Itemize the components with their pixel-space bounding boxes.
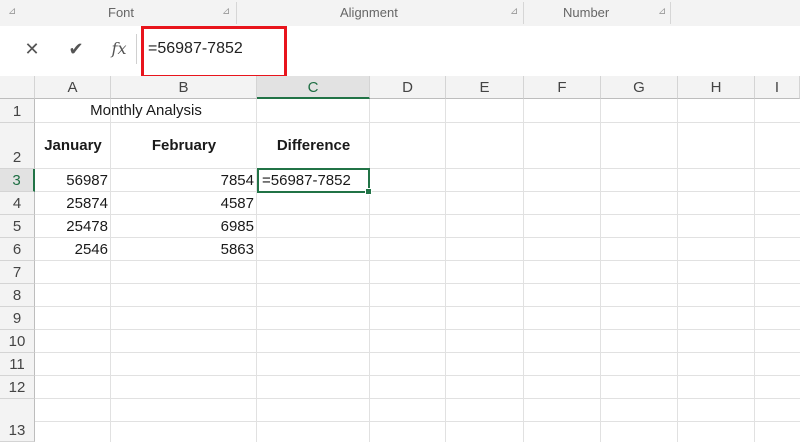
- gridline: [35, 260, 800, 261]
- cell-a4[interactable]: 25874: [35, 195, 108, 213]
- row-header-2[interactable]: 2: [0, 123, 35, 169]
- gridline: [523, 99, 524, 442]
- formula-bar: ✕ ✔ fx: [0, 26, 800, 78]
- cell-b3[interactable]: 7854: [111, 172, 254, 190]
- gridline: [677, 99, 678, 442]
- column-header-g[interactable]: G: [601, 76, 678, 99]
- gridline: [35, 237, 800, 238]
- formula-input[interactable]: [148, 35, 448, 63]
- number-group-label: Number: [563, 5, 610, 20]
- gridline: [35, 191, 800, 192]
- gridline: [35, 421, 800, 422]
- row-header-8[interactable]: 8: [0, 284, 35, 307]
- gridline: [35, 214, 800, 215]
- gridline: [35, 122, 800, 123]
- column-header-b[interactable]: B: [111, 76, 257, 99]
- ribbon-group-labels: ⊿ Font ⊿ Alignment ⊿ Number ⊿: [0, 0, 800, 27]
- gridline: [600, 99, 601, 442]
- column-header-h[interactable]: H: [678, 76, 755, 99]
- gridline: [35, 329, 800, 330]
- gridline: [35, 398, 800, 399]
- enter-check-icon[interactable]: ✔: [64, 36, 88, 62]
- column-header-c[interactable]: C: [257, 76, 370, 99]
- row-header-1[interactable]: 1: [0, 99, 35, 123]
- gridline: [754, 99, 755, 442]
- alignment-dialog-launcher-icon[interactable]: ⊿: [510, 6, 518, 17]
- column-header-d[interactable]: D: [370, 76, 446, 99]
- gridline: [35, 352, 800, 353]
- select-all-corner[interactable]: [0, 76, 35, 99]
- cell-b5[interactable]: 6985: [111, 218, 254, 236]
- cell-b6[interactable]: 5863: [111, 241, 254, 259]
- row-header-12[interactable]: 12: [0, 376, 35, 399]
- row-header-5[interactable]: 5: [0, 215, 35, 238]
- gridline: [445, 99, 446, 442]
- alignment-group-label: Alignment: [340, 5, 398, 20]
- header-january[interactable]: January: [35, 137, 111, 155]
- header-difference[interactable]: Difference: [257, 137, 370, 155]
- gridline: [35, 375, 800, 376]
- row-header-9[interactable]: 9: [0, 307, 35, 330]
- row-header-11[interactable]: 11: [0, 353, 35, 376]
- active-cell-text: =56987-7852: [262, 172, 351, 189]
- row-header-13[interactable]: 13: [0, 399, 35, 442]
- active-cell-c3[interactable]: =56987-7852: [257, 168, 372, 195]
- row-header-7[interactable]: 7: [0, 261, 35, 284]
- alignment-group: Alignment: [236, 0, 520, 26]
- cancel-icon[interactable]: ✕: [20, 36, 44, 62]
- fill-handle[interactable]: [365, 188, 372, 195]
- row-header-4[interactable]: 4: [0, 192, 35, 215]
- font-group-label: Font: [108, 5, 135, 20]
- cell-a5[interactable]: 25478: [35, 218, 108, 236]
- column-header-e[interactable]: E: [446, 76, 524, 99]
- font-group: Font: [0, 0, 230, 26]
- sheet-title-cell[interactable]: Monthly Analysis: [35, 102, 257, 120]
- gridline: [35, 283, 800, 284]
- ribbon-divider: [670, 2, 671, 24]
- font-dialog-launcher-icon[interactable]: ⊿: [222, 6, 230, 17]
- number-group: Number: [523, 0, 668, 26]
- row-header-10[interactable]: 10: [0, 330, 35, 353]
- cell-b4[interactable]: 4587: [111, 195, 254, 213]
- column-header-f[interactable]: F: [524, 76, 601, 99]
- gridline: [35, 306, 800, 307]
- insert-function-icon[interactable]: fx: [106, 36, 132, 62]
- gridline: [35, 168, 800, 169]
- formula-bar-divider: [136, 34, 137, 64]
- cell-a3[interactable]: 56987: [35, 172, 108, 190]
- number-dialog-launcher-icon[interactable]: ⊿: [658, 6, 666, 17]
- column-header-i[interactable]: I: [755, 76, 800, 99]
- row-header-3[interactable]: 3: [0, 169, 35, 192]
- header-february[interactable]: February: [111, 137, 257, 155]
- cell-a6[interactable]: 2546: [35, 241, 108, 259]
- column-header-a[interactable]: A: [35, 76, 111, 99]
- row-header-6[interactable]: 6: [0, 238, 35, 261]
- worksheet-grid[interactable]: A B C D E F G H I 1 2 3 4 5 6 7 8 9 10 1…: [0, 76, 800, 442]
